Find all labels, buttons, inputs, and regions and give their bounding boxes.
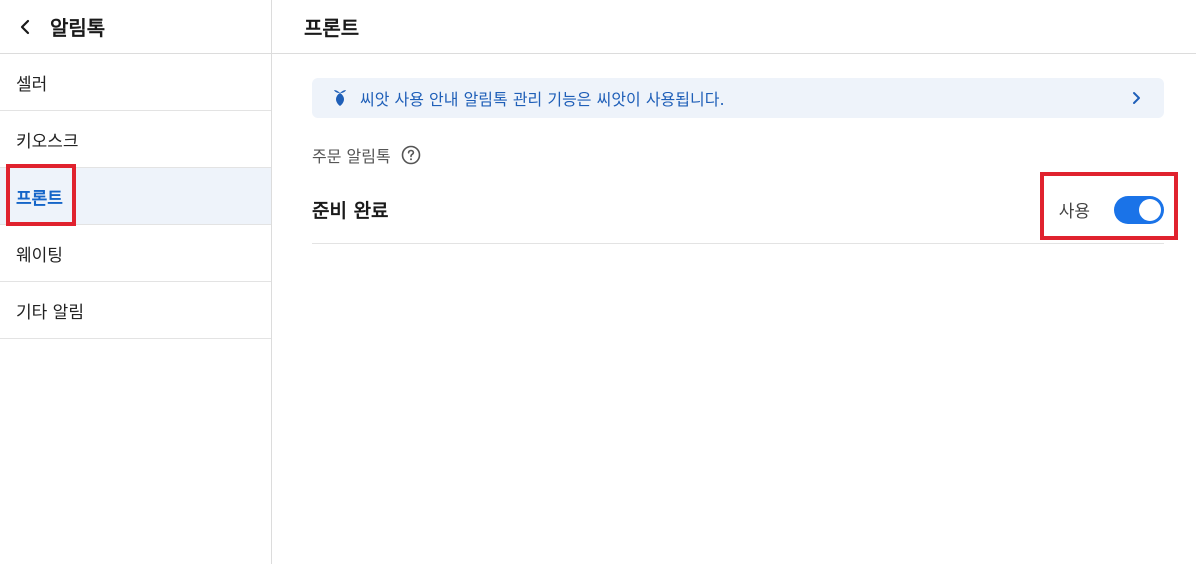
notice-text: 씨앗 사용 안내 알림톡 관리 기능은 씨앗이 사용됩니다. [360,90,725,109]
toggle-group: 사용 [1058,195,1164,224]
section-label: 주문 알림톡 [312,143,421,167]
sidebar-item-front[interactable]: 프론트 [0,168,271,225]
notice-banner[interactable]: 씨앗 사용 안내 알림톡 관리 기능은 씨앗이 사용됩니다. [312,78,1164,118]
sidebar-item-seller[interactable]: 셀러 [0,54,271,111]
chevron-left-icon [20,19,30,34]
sidebar: 알림톡 셀러 키오스크 프론트 웨이팅 기타 알림 [0,0,272,564]
sidebar-header: 알림톡 [0,0,271,54]
chevron-right-icon [1132,91,1146,105]
back-button[interactable] [14,16,36,38]
toggle-label: 사용 [1058,202,1090,222]
seed-icon [332,89,350,107]
sidebar-item-waiting[interactable]: 웨이팅 [0,225,271,282]
help-icon[interactable] [401,145,421,165]
toggle-knob [1139,198,1161,221]
setting-row-ready-complete: 준비 완료 사용 [312,176,1164,244]
page-title: 프론트 [272,0,1196,54]
sidebar-item-kiosk[interactable]: 키오스크 [0,111,271,168]
sidebar-item-other-alerts[interactable]: 기타 알림 [0,282,271,339]
setting-label: 준비 완료 [312,200,389,222]
enable-toggle[interactable] [1114,195,1164,224]
section-label-text: 주문 알림톡 [312,147,391,166]
main-content: 프론트 씨앗 사용 안내 알림톡 관리 기능은 씨앗이 사용됩니다. 주문 알림… [272,0,1196,564]
app-window: 알림톡 셀러 키오스크 프론트 웨이팅 기타 알림 프론트 씨앗 사용 안내 알… [0,0,1196,564]
sidebar-title: 알림톡 [50,16,106,40]
